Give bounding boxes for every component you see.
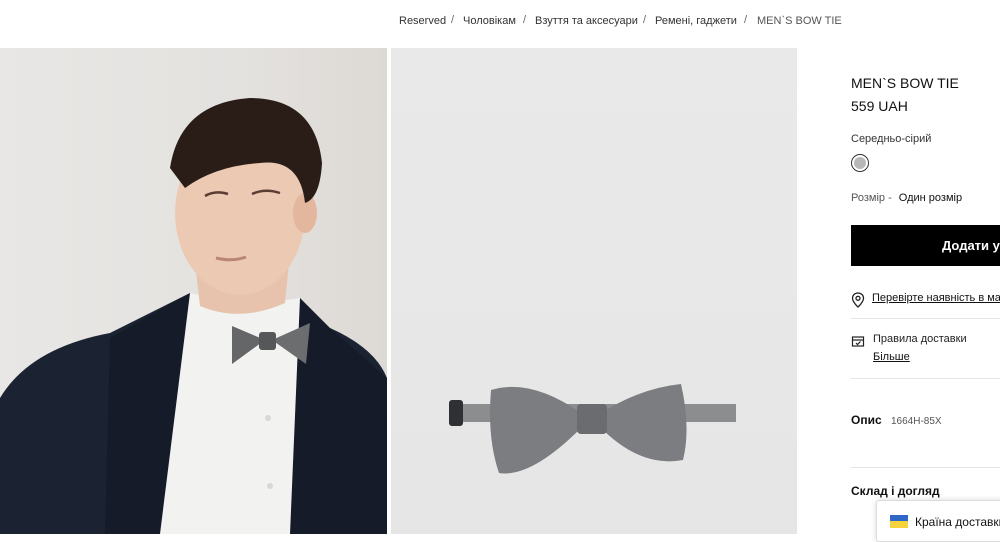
size-label: Розмір - [851,192,892,204]
add-to-cart-button[interactable]: Додати у кошик [851,225,1000,266]
breadcrumb-item-current: MEN`S BOW TIE [757,15,842,27]
store-availability-row: Перевірте наявність в магазинах [851,288,1000,319]
breadcrumb-item-men[interactable]: Чоловікам [463,15,516,27]
color-swatch[interactable] [851,154,869,172]
breadcrumb-separator: / [643,14,647,26]
bow-tie-illustration [449,384,736,474]
product-info-panel: MEN`S BOW TIE 559 UAH Середньо-сірий Роз… [851,48,1000,534]
product-price: 559 UAH [851,98,908,114]
description-label: Опис [851,413,882,427]
color-swatch-fill [854,157,866,169]
check-store-availability-link[interactable]: Перевірте наявність в магазинах [872,292,1000,304]
color-name: Середньо-сірий [851,133,932,145]
product-title: MEN`S BOW TIE [851,75,959,91]
breadcrumb-item-reserved[interactable]: Reserved [399,15,446,27]
delivery-country-selector[interactable]: Країна доставки [876,500,1000,542]
breadcrumb-separator: / [744,14,748,26]
delivery-rules-title: Правила доставки [873,333,967,345]
divider [851,467,1000,468]
product-code: 1664H-85X [890,416,942,427]
breadcrumb-item-belts-gadgets[interactable]: Ремені, гаджети [655,15,737,27]
bow-tie-product-photo[interactable] [391,48,797,534]
location-pin-icon [851,292,865,308]
breadcrumb-separator: / [451,14,455,26]
model-illustration [0,98,387,534]
delivery-more-link[interactable]: Більше [873,351,910,363]
breadcrumb-item-shoes-accessories[interactable]: Взуття та аксесуари [535,15,638,27]
description-toggle[interactable]: Опис 1664H-85X [851,413,942,427]
breadcrumb: Reserved / Чоловікам / Взуття та аксесуа… [0,0,1000,48]
size-row: Розмір - Один розмір [851,192,962,204]
size-value: Один розмір [898,192,963,204]
model-wearing-bow-tie-photo[interactable] [0,48,387,534]
ukraine-flag-icon [890,515,908,528]
delivery-country-label: Країна доставки [915,515,1000,529]
delivery-box-icon [851,336,865,347]
delivery-rules-row: Правила доставки Більше [851,332,1000,379]
breadcrumb-separator: / [523,14,527,26]
composition-care-toggle[interactable]: Склад і догляд [851,484,940,498]
